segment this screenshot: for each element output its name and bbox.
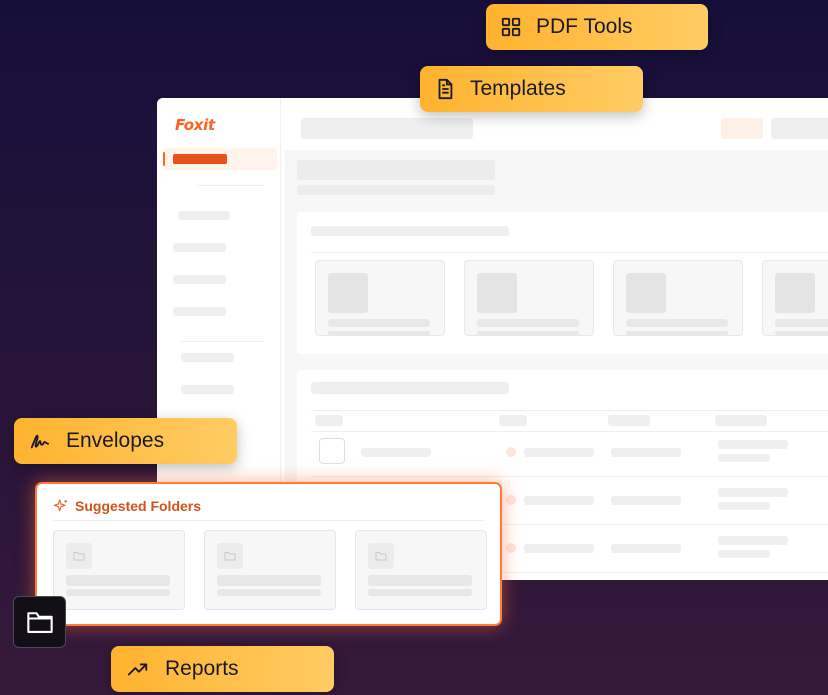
template-tile[interactable] <box>762 260 828 336</box>
column-header <box>315 415 343 426</box>
tile-thumbnail <box>626 273 666 313</box>
table-cell <box>611 448 681 457</box>
table-cell <box>524 544 594 553</box>
folder-title <box>66 575 170 586</box>
tile-thumbnail <box>775 273 815 313</box>
tile-thumbnail <box>477 273 517 313</box>
table-cell <box>718 536 788 545</box>
table-cell <box>718 488 788 497</box>
sidebar-item[interactable] <box>173 307 226 316</box>
table-cell <box>718 502 770 510</box>
tile-title <box>477 319 579 327</box>
table-row-divider <box>311 476 828 477</box>
table-cell <box>361 448 431 457</box>
sparkle-icon <box>53 499 67 512</box>
page-subtitle-placeholder <box>297 185 495 195</box>
sidebar-divider <box>197 185 263 186</box>
table-cell <box>524 448 594 457</box>
suggested-folder-tile[interactable] <box>53 530 185 610</box>
envelopes-label: Envelopes <box>66 429 165 452</box>
page-title-placeholder <box>297 160 495 180</box>
sidebar-item[interactable] <box>178 211 230 220</box>
active-indicator <box>163 152 165 166</box>
tile-subtitle <box>626 331 728 335</box>
envelopes-chip[interactable]: Envelopes <box>14 418 237 464</box>
table-cell <box>611 496 681 505</box>
templates-card <box>297 212 828 354</box>
sidebar-divider <box>181 341 263 342</box>
sidebar-item-active-label <box>173 154 227 164</box>
template-tile[interactable] <box>464 260 594 336</box>
suggested-folders-title: Suggested Folders <box>75 498 202 514</box>
template-tile[interactable] <box>613 260 743 336</box>
card-heading-placeholder <box>311 226 509 236</box>
search-placeholder[interactable] <box>301 118 473 139</box>
foxit-logo: Foxit <box>175 116 215 134</box>
folder-thumbnail <box>66 543 92 569</box>
table-divider <box>311 410 828 411</box>
folder-button[interactable] <box>13 596 66 648</box>
tile-thumbnail <box>328 273 368 313</box>
grid-icon <box>501 17 521 37</box>
table-cell <box>611 544 681 553</box>
row-checkbox[interactable] <box>319 438 345 464</box>
table-heading-placeholder <box>311 382 509 394</box>
status-dot <box>506 543 516 553</box>
topbar-action-button[interactable] <box>721 118 763 139</box>
folder-thumbnail <box>368 543 394 569</box>
sidebar-item[interactable] <box>181 385 234 394</box>
folder-icon <box>375 552 387 561</box>
suggested-folders-panel: Suggested Folders <box>35 482 502 626</box>
folder-title <box>217 575 321 586</box>
table-cell <box>718 440 788 449</box>
templates-chip[interactable]: Templates <box>420 66 643 112</box>
status-dot <box>506 447 516 457</box>
tile-subtitle <box>328 331 430 335</box>
tile-subtitle <box>477 331 579 335</box>
table-cell <box>524 496 594 505</box>
suggested-folder-tile[interactable] <box>204 530 336 610</box>
tile-title <box>775 319 828 327</box>
document-icon <box>438 78 453 100</box>
sidebar-item[interactable] <box>173 243 226 252</box>
column-header <box>499 415 527 426</box>
folder-subtitle <box>368 589 472 596</box>
table-cell <box>718 454 770 462</box>
reports-chip[interactable]: Reports <box>111 646 334 692</box>
folder-title <box>368 575 472 586</box>
folder-thumbnail <box>217 543 243 569</box>
folder-subtitle <box>217 589 321 596</box>
pdf-tools-chip[interactable]: PDF Tools <box>486 4 708 50</box>
table-divider <box>311 431 828 432</box>
signature-icon <box>30 434 50 449</box>
column-header <box>608 415 650 426</box>
topbar-user-button[interactable] <box>771 118 828 139</box>
sidebar-item-active[interactable] <box>163 148 277 170</box>
folder-subtitle <box>66 589 170 596</box>
folder-icon <box>73 552 85 561</box>
templates-label: Templates <box>470 77 566 100</box>
sidebar-item[interactable] <box>173 275 226 284</box>
table-cell <box>718 550 770 558</box>
suggested-folders-header: Suggested Folders <box>53 498 201 514</box>
card-divider <box>311 252 828 253</box>
column-header <box>715 415 767 426</box>
folder-icon <box>26 612 53 633</box>
tile-title <box>328 319 430 327</box>
template-tile[interactable] <box>315 260 445 336</box>
folder-icon <box>224 552 236 561</box>
status-dot <box>506 495 516 505</box>
tile-title <box>626 319 728 327</box>
panel-divider <box>53 520 484 521</box>
sidebar-item[interactable] <box>181 353 234 362</box>
trending-up-icon <box>127 663 148 676</box>
suggested-folder-tile[interactable] <box>355 530 487 610</box>
tile-subtitle <box>775 331 828 335</box>
pdf-tools-label: PDF Tools <box>536 15 633 38</box>
reports-label: Reports <box>165 657 239 680</box>
